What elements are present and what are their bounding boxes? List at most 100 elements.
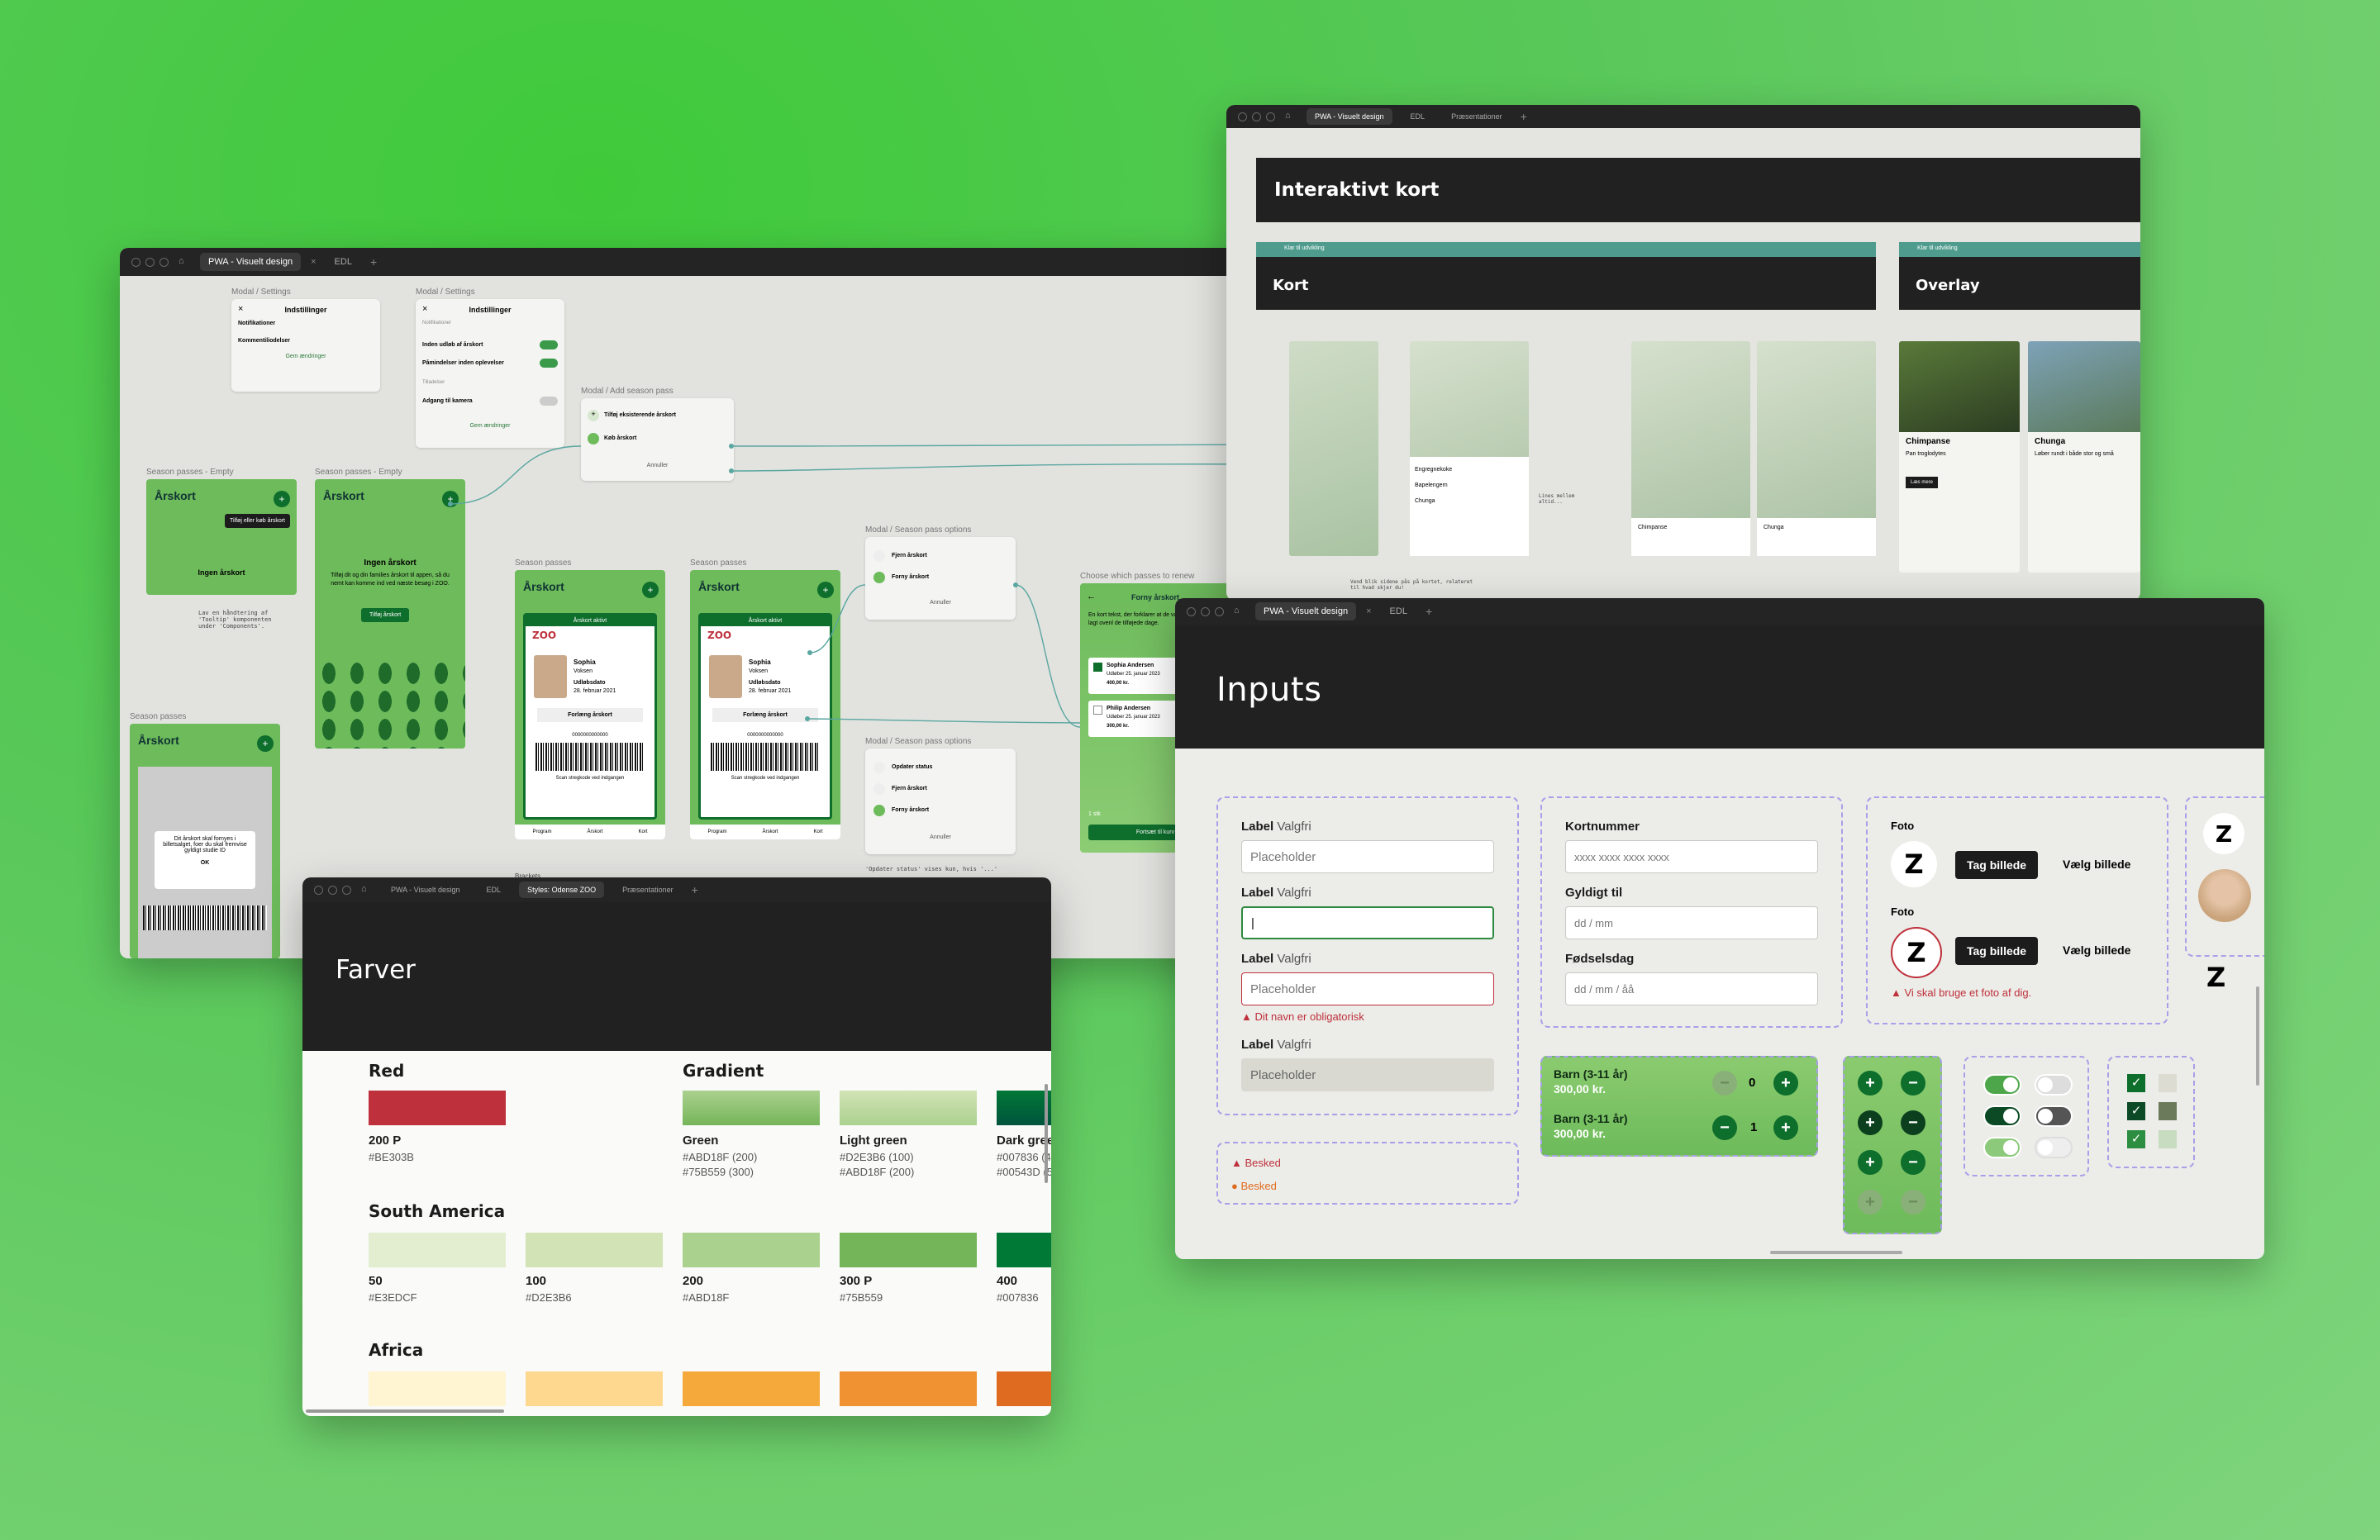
swatch-sa-300[interactable] (840, 1233, 977, 1267)
take-photo-button[interactable]: Tag billede (1955, 937, 2039, 965)
swatch-africa[interactable] (683, 1371, 820, 1406)
list-item[interactable]: Engregnekoke (1415, 462, 1524, 478)
close-tab-icon[interactable]: × (1366, 606, 1371, 616)
tab-styles[interactable]: Styles: Odense ZOO (519, 882, 605, 898)
window-controls[interactable] (1187, 606, 1224, 616)
expiry-input[interactable]: dd / mm (1565, 906, 1818, 939)
animal-photo (1899, 341, 2020, 432)
home-icon[interactable]: ⌂ (1285, 111, 1297, 122)
list-item[interactable]: Chunga (1757, 518, 1876, 556)
swatch-sa-50[interactable] (369, 1233, 506, 1267)
swatch-sa-200[interactable] (683, 1233, 820, 1267)
horizontal-scrollbar[interactable] (1770, 1251, 1902, 1254)
plus-button[interactable]: + (1773, 1115, 1798, 1140)
tab-pwa[interactable]: PWA - Visuelt design (383, 882, 469, 898)
home-icon[interactable]: ⌂ (361, 884, 373, 896)
swatch-africa[interactable] (997, 1371, 1051, 1406)
tab-pwa[interactable]: PWA - Visuelt design (1255, 602, 1357, 620)
title-bar: ⌂ PWA - Visuelt design × EDL + (1175, 598, 2264, 625)
label-text: Label (1241, 820, 1274, 834)
tab-presentations[interactable]: Præsentationer (614, 882, 682, 898)
field-disabled: Label Valgfri Placeholder (1241, 1038, 1494, 1091)
card-field-group: Kortnummer xxxx xxxx xxxx xxxx Gyldigt t… (1540, 796, 1843, 1028)
swatch-sa-100[interactable] (526, 1233, 663, 1267)
title-bar: ⌂ PWA - Visuelt design EDL Præsentatione… (1226, 105, 2140, 128)
window-controls[interactable] (1238, 112, 1275, 121)
swatch-gradient-dark-green[interactable] (997, 1091, 1051, 1125)
choose-photo-button[interactable]: Vælg billede (2063, 943, 2130, 957)
plus-button-hover[interactable]: + (1858, 1150, 1883, 1175)
swatch-name: 300 P (840, 1274, 873, 1288)
toggle-off[interactable] (2035, 1074, 2073, 1096)
overlay-screen[interactable]: Chunga Løber rundt i både stor og små (2028, 341, 2140, 573)
swatch-red-200[interactable] (369, 1091, 506, 1125)
overlay-screen[interactable]: Chimpanse Pan troglodytes Læs mere (1899, 341, 2020, 573)
home-icon[interactable]: ⌂ (1234, 606, 1245, 617)
minus-button[interactable]: − (1712, 1115, 1737, 1140)
checkbox-unchecked-hover[interactable] (2159, 1130, 2177, 1148)
tab-edl[interactable]: EDL (478, 882, 510, 898)
list-item[interactable]: Chunga (1415, 493, 1524, 509)
list-item[interactable]: Bapelengern (1415, 478, 1524, 493)
photo-group: Foto Z Tag billede Vælg billede Foto Z T… (1866, 796, 2168, 1024)
birthday-input[interactable]: dd / mm / åå (1565, 972, 1818, 1005)
read-more-button[interactable]: Læs mere (1906, 477, 1939, 488)
swatch-name: Light green (840, 1134, 907, 1148)
figma-window-inputs[interactable]: ⌂ PWA - Visuelt design × EDL + Inputs La… (1175, 598, 2264, 1259)
checkbox-checked[interactable]: ✓ (2127, 1074, 2145, 1092)
swatch-gradient-light-green[interactable] (840, 1091, 977, 1125)
swatch-name: 200 (683, 1274, 704, 1288)
swatch-sa-400[interactable] (997, 1233, 1051, 1267)
plus-button[interactable]: + (1858, 1071, 1883, 1096)
swatch-gradient-green[interactable] (683, 1091, 820, 1125)
plus-icon[interactable]: + (1521, 110, 1527, 123)
checkbox-unchecked-pressed[interactable] (2159, 1102, 2177, 1120)
field-label: Label Valgfri (1241, 1038, 1494, 1052)
figma-window-season-passes[interactable]: ⌂ PWA - Visuelt design × EDL + Modal / S… (120, 248, 1287, 958)
stepper-price: 300,00 kr. (1554, 1082, 1606, 1096)
text-input-error[interactable]: Placeholder (1241, 972, 1494, 1005)
prototype-connectors (448, 444, 1287, 728)
checkbox-checked-pressed[interactable]: ✓ (2127, 1102, 2145, 1120)
list-item[interactable]: Chimpanse (1631, 518, 1750, 556)
field-label: Label Valgfri (1241, 886, 1494, 900)
message-text: Besked (1245, 1157, 1281, 1169)
card-number-input[interactable]: xxxx xxxx xxxx xxxx (1565, 840, 1818, 873)
checkbox-unchecked[interactable] (2159, 1074, 2177, 1092)
tab-edl[interactable]: EDL (1382, 602, 1416, 620)
plus-button-pressed[interactable]: + (1858, 1110, 1883, 1135)
minus-button-hover[interactable]: − (1901, 1150, 1925, 1175)
swatch-africa[interactable] (369, 1371, 506, 1406)
minus-button-pressed[interactable]: − (1901, 1110, 1925, 1135)
tab-presentations[interactable]: Præsentationer (1443, 108, 1511, 125)
vertical-scrollbar[interactable] (1045, 1084, 1048, 1183)
field-label: Gyldigt til (1565, 886, 1623, 900)
window-controls[interactable] (314, 885, 351, 895)
swatch-africa[interactable] (526, 1371, 663, 1406)
status-strip (1256, 242, 1876, 257)
checkbox-checked-hover[interactable]: ✓ (2127, 1130, 2145, 1148)
map-screen[interactable]: Engregnekoke Bapelengern Chunga (1410, 341, 1529, 556)
map-screen[interactable] (1289, 341, 1378, 556)
take-photo-button[interactable]: Tag billede (1955, 851, 2039, 879)
toggle-on[interactable] (1983, 1074, 2021, 1096)
toggle-off-pressed[interactable] (2035, 1105, 2073, 1127)
plus-icon[interactable]: + (692, 883, 698, 896)
figma-window-interactive-map[interactable]: ⌂ PWA - Visuelt design EDL Præsentatione… (1226, 105, 2140, 601)
minus-button[interactable]: − (1901, 1071, 1925, 1096)
message-text: Besked (1240, 1180, 1277, 1192)
plus-icon[interactable]: + (1426, 605, 1432, 618)
map-screen[interactable]: Chunga (1757, 341, 1876, 556)
tab-edl[interactable]: EDL (1402, 108, 1434, 125)
text-input-focused[interactable]: | (1241, 906, 1494, 939)
tab-pwa[interactable]: PWA - Visuelt design (1307, 108, 1392, 125)
vertical-scrollbar[interactable] (2256, 986, 2259, 1086)
swatch-africa[interactable] (840, 1371, 977, 1406)
figma-window-colors[interactable]: ⌂ PWA - Visuelt design EDL Styles: Odens… (302, 877, 1051, 1416)
choose-photo-button[interactable]: Vælg billede (2063, 858, 2130, 871)
horizontal-scrollbar[interactable] (306, 1409, 504, 1413)
plus-button[interactable]: + (1773, 1071, 1798, 1096)
text-input[interactable]: Placeholder (1241, 840, 1494, 873)
toggle-on-pressed[interactable] (1983, 1105, 2021, 1127)
map-screen[interactable]: Chimpanse (1631, 341, 1750, 556)
